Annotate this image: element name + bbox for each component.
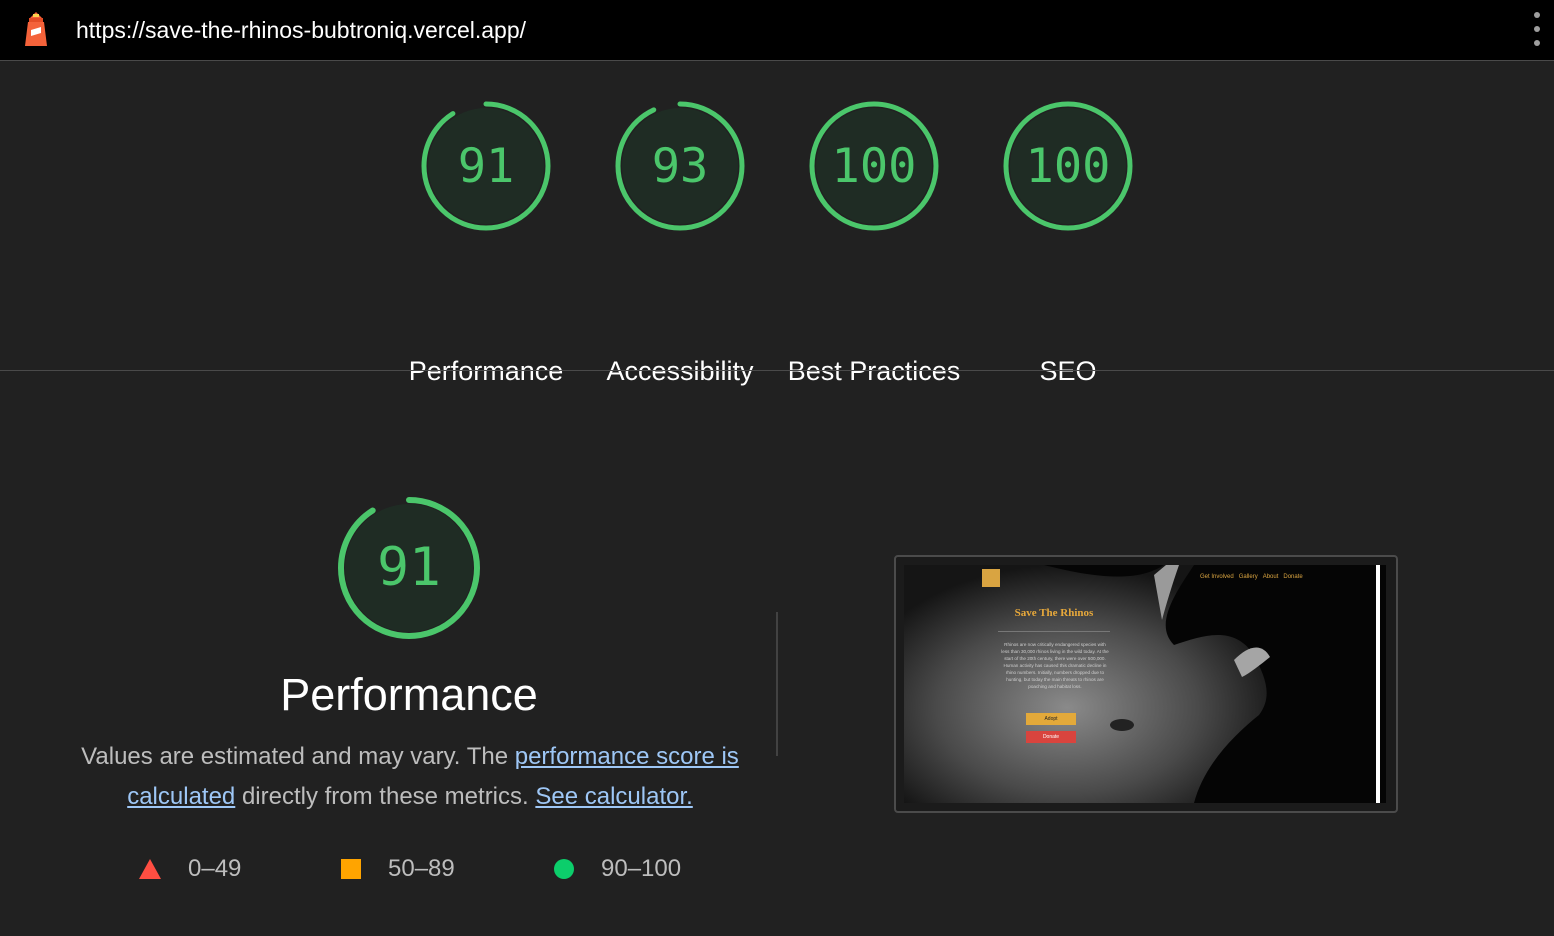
performance-score-gauge: 91	[336, 495, 482, 641]
thumbnail-adopt-button: Adopt	[1026, 713, 1076, 725]
description-text: directly from these metrics.	[235, 783, 536, 810]
pass-circle-icon	[554, 859, 574, 879]
thumbnail-title: Save The Rhinos	[1014, 607, 1094, 619]
more-vert-icon[interactable]	[1530, 12, 1544, 48]
vertical-divider	[776, 612, 778, 756]
thumbnail-donate-button: Donate	[1026, 731, 1076, 743]
section-divider	[0, 370, 1554, 371]
thumbnail-nav-item: Donate	[1283, 574, 1303, 580]
final-screenshot[interactable]: Get Involved Gallery About Donate Save The …	[894, 555, 1398, 813]
gauge-score-value: 93	[651, 139, 709, 194]
performance-description: Values are estimated and may vary. The p…	[80, 737, 740, 817]
lighthouse-icon	[20, 10, 52, 50]
average-square-icon	[341, 859, 361, 879]
performance-score-value: 91	[377, 537, 441, 598]
top-bar: https://save-the-rhinos-bubtroniq.vercel…	[0, 0, 1554, 61]
thumbnail-nav-item: About	[1262, 574, 1279, 580]
gauge-label: Best Practices	[787, 356, 961, 386]
thumbnail-nav-item: Gallery	[1238, 574, 1258, 580]
performance-title: Performance	[280, 669, 538, 720]
gauge-label: SEO	[1039, 356, 1097, 386]
legend-range: 50–89	[388, 855, 455, 882]
see-calculator-link[interactable]: See calculator.	[535, 783, 692, 810]
gauge-seo[interactable]: 100 SEO	[1003, 101, 1133, 386]
thumbnail-nav-item: Get Involved	[1200, 574, 1234, 580]
screenshot-thumbnail: Get Involved Gallery About Donate Save The …	[904, 565, 1386, 803]
gauge-score-value: 100	[1025, 139, 1111, 194]
gauge-score-value: 100	[831, 139, 917, 194]
thumbnail-body: Rhinos are now critically endangered spe…	[1001, 642, 1109, 689]
thumbnail-scrollbar	[1376, 565, 1380, 803]
fail-triangle-icon	[139, 859, 161, 879]
thumbnail-rule	[998, 631, 1110, 632]
gauge-performance[interactable]: 91 Performance	[409, 101, 563, 386]
page-url[interactable]: https://save-the-rhinos-bubtroniq.vercel…	[76, 15, 526, 45]
gauge-label: Accessibility	[606, 356, 754, 386]
legend-range: 0–49	[188, 855, 242, 882]
gauge-accessibility[interactable]: 93 Accessibility	[606, 101, 754, 386]
gauge-best-practices[interactable]: 100 Best Practices	[788, 101, 960, 386]
thumbnail-nav: Get Involved Gallery About Donate	[1200, 574, 1308, 580]
gauge-label: Performance	[408, 356, 564, 386]
legend-range: 90–100	[601, 855, 682, 882]
gauge-score-value: 91	[457, 139, 515, 194]
description-text: Values are estimated and may vary. The	[81, 743, 515, 770]
